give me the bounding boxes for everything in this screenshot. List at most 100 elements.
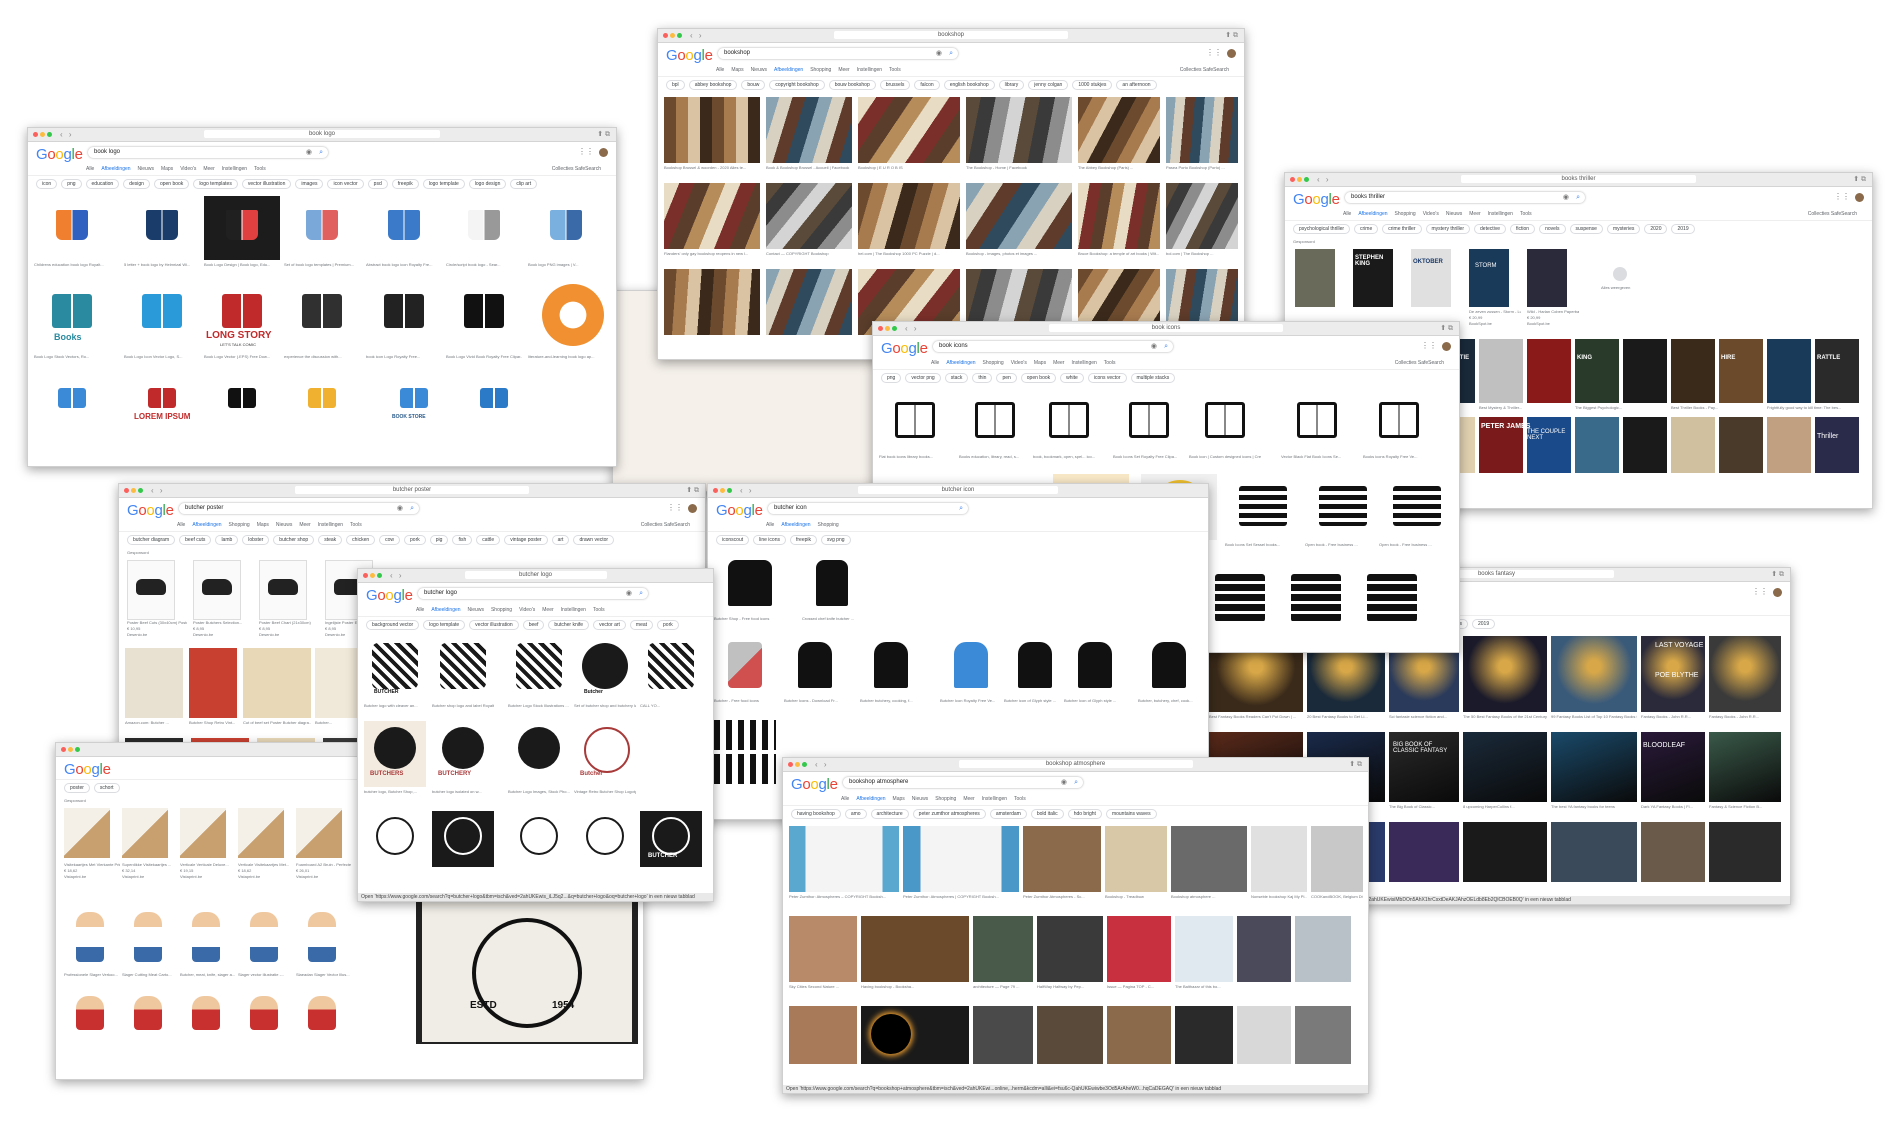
tab-alle[interactable]: Alle (416, 605, 424, 616)
poster-product-image[interactable] (127, 560, 175, 620)
tab-instellingen[interactable]: Instellingen (1488, 209, 1513, 220)
related-chip[interactable]: logo template (423, 620, 466, 630)
tab-alle[interactable]: Alle (766, 520, 774, 531)
poster-product-image[interactable] (259, 560, 307, 620)
zoom-button[interactable] (1304, 177, 1309, 182)
card-product-image[interactable] (296, 808, 342, 858)
close-button[interactable] (33, 132, 38, 137)
google-logo[interactable]: Google (791, 776, 838, 793)
book-icon-image[interactable] (1363, 390, 1435, 452)
search-icon[interactable]: ⌕ (319, 147, 323, 158)
atmosphere-image[interactable] (903, 826, 1019, 892)
book-cover-thumbnail[interactable] (1575, 417, 1619, 473)
zoom-button[interactable] (727, 488, 732, 493)
butcher-logo-image[interactable] (574, 811, 636, 867)
related-chip[interactable]: meat (629, 620, 654, 630)
search-input[interactable]: butcher icon ⌕ (768, 503, 968, 514)
camera-icon[interactable]: ◉ (306, 147, 312, 158)
fantasy-cover-thumbnail[interactable] (1389, 822, 1459, 882)
apps-icon[interactable]: ⋮⋮ (1206, 48, 1222, 57)
camera-icon[interactable]: ◉ (397, 503, 403, 514)
book-logo-image[interactable] (204, 374, 280, 434)
image-thumbnail[interactable] (966, 97, 1072, 163)
poster-product-image[interactable] (193, 560, 241, 620)
share-icon[interactable]: ⬆ ⧉ (686, 486, 699, 495)
share-icon[interactable]: ⬆ ⧉ (1349, 760, 1362, 769)
related-chip[interactable]: logo design (468, 179, 507, 189)
related-chip[interactable]: line icons (753, 535, 786, 545)
zoom-button[interactable] (802, 762, 807, 767)
fantasy-cover-thumbnail[interactable] (1551, 822, 1637, 882)
book-logo-image[interactable]: Books (34, 280, 110, 352)
google-logo[interactable]: Google (1293, 191, 1340, 208)
search-icon[interactable]: ⌕ (1074, 777, 1078, 788)
related-chip[interactable]: bouw (741, 80, 766, 90)
book-cover-thumbnail[interactable] (1623, 339, 1667, 403)
minimize-button[interactable] (131, 488, 136, 493)
tab-videos[interactable]: Video's (1423, 209, 1439, 220)
book-logo-image[interactable] (284, 280, 360, 352)
fantasy-cover-thumbnail[interactable] (1641, 822, 1705, 882)
related-chip[interactable]: pork (657, 620, 679, 630)
atmosphere-image[interactable] (973, 1006, 1033, 1064)
book-cover-thumbnail[interactable] (1815, 417, 1859, 473)
book-icon-image[interactable] (1357, 564, 1427, 634)
atmosphere-image[interactable] (1037, 916, 1103, 982)
search-icon[interactable]: ⌕ (410, 503, 414, 514)
close-button[interactable] (363, 573, 368, 578)
related-chip[interactable]: detective (1474, 224, 1507, 234)
image-thumbnail[interactable] (1078, 183, 1160, 249)
google-logo[interactable]: Google (127, 502, 174, 519)
tab-maps[interactable]: Maps (257, 520, 269, 531)
butcher-icon-image[interactable] (802, 552, 862, 614)
tab-meer[interactable]: Meer (838, 65, 849, 76)
zoom-button[interactable] (138, 488, 143, 493)
minimize-button[interactable] (1297, 177, 1302, 182)
related-chip[interactable]: steak (318, 535, 343, 545)
related-chip[interactable]: 2020 (1644, 224, 1668, 234)
book-logo-image[interactable] (284, 374, 360, 434)
related-chip[interactable]: brussels (879, 80, 911, 90)
tab-nieuws[interactable]: Nieuws (138, 164, 154, 175)
atmosphere-image[interactable] (1237, 916, 1291, 982)
google-logo[interactable]: Google (366, 587, 413, 604)
butcher-icon-image[interactable] (714, 754, 776, 784)
share-icon[interactable]: ⬆ ⧉ (597, 130, 610, 139)
book-cover-thumbnail[interactable] (1479, 339, 1523, 403)
tab-meer[interactable]: Meer (1469, 209, 1480, 220)
tab-instellingen[interactable]: Instellingen (1071, 358, 1096, 369)
book-icon-image[interactable] (1033, 390, 1105, 452)
related-chip[interactable]: multiple stacks (1130, 373, 1176, 383)
related-chip[interactable]: clip art (510, 179, 538, 189)
related-chip[interactable]: white (1060, 373, 1084, 383)
related-chip[interactable]: pen (996, 373, 1017, 383)
card-product-image[interactable] (122, 808, 168, 858)
tab-maps[interactable]: Maps (161, 164, 173, 175)
search-input[interactable]: bookshop atmosphere ◉ ⌕ (843, 777, 1083, 788)
tab-meer[interactable]: Meer (542, 605, 553, 616)
related-chip[interactable]: an afternoon (1116, 80, 1157, 90)
related-chip[interactable]: 2019 (1472, 619, 1496, 629)
tab-maps[interactable]: Maps (893, 794, 905, 805)
related-chip[interactable]: design (123, 179, 150, 189)
butcher-icon-image[interactable] (940, 636, 1002, 696)
tab-shopping[interactable]: Shopping (810, 65, 831, 76)
related-chip[interactable]: amsterdam (989, 809, 1027, 819)
search-input[interactable]: butcher poster ◉ ⌕ (179, 503, 419, 514)
atmosphere-image[interactable] (1171, 826, 1247, 892)
related-chip[interactable]: logo template (422, 179, 465, 189)
tab-shopping[interactable]: Shopping (935, 794, 956, 805)
book-icon-image[interactable] (1305, 474, 1381, 540)
butcher-icon-image[interactable] (1064, 636, 1126, 696)
book-logo-image[interactable] (446, 196, 522, 260)
image-thumbnail[interactable] (1166, 97, 1238, 163)
image-thumbnail[interactable] (664, 269, 760, 335)
tab-meer[interactable]: Meer (299, 520, 310, 531)
image-thumbnail[interactable] (1078, 97, 1160, 163)
apps-icon[interactable]: ⋮⋮ (1421, 341, 1437, 350)
book-logo-image[interactable] (284, 196, 360, 260)
atmosphere-image[interactable] (1295, 916, 1351, 982)
related-chip[interactable]: having bookshop (791, 809, 841, 819)
related-chip[interactable]: abbey bookshop (688, 80, 738, 90)
search-icon[interactable]: ⌕ (949, 48, 953, 59)
